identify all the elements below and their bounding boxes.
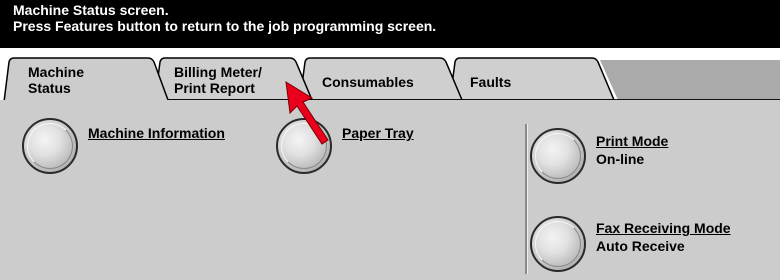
print-mode-label[interactable]: Print Mode On-line [596, 132, 668, 168]
print-mode-title: Print Mode [596, 133, 669, 149]
header-line-1: Machine Status screen. [13, 2, 169, 18]
fax-receiving-mode-title: Fax Receiving Mode [596, 220, 731, 236]
fax-receiving-mode-label[interactable]: Fax Receiving Mode Auto Receive [596, 219, 731, 255]
tab-bar: Machine Status Billing Meter/ Print Repo… [0, 48, 780, 102]
tab-faults[interactable]: Faults [470, 74, 511, 90]
fax-receiving-mode-value: Auto Receive [596, 238, 685, 254]
machine-information-label[interactable]: Machine Information [88, 124, 225, 142]
print-mode-value: On-line [596, 151, 645, 167]
instruction-header: Machine Status screen. Press Features bu… [0, 0, 780, 48]
red-arrow-icon [285, 81, 329, 145]
machine-information-button[interactable] [22, 118, 78, 174]
print-mode-button[interactable] [530, 128, 586, 184]
machine-information-text: Machine Information [88, 125, 225, 141]
tab-machine-status[interactable]: Machine Status [28, 64, 84, 96]
fax-receiving-mode-button[interactable] [530, 216, 586, 272]
paper-tray-label[interactable]: Paper Tray [342, 124, 414, 142]
panel-divider [525, 124, 528, 274]
header-line-2: Press Features button to return to the j… [13, 18, 437, 34]
paper-tray-text: Paper Tray [342, 125, 414, 141]
tab-billing-meter[interactable]: Billing Meter/ Print Report [174, 64, 262, 96]
tab-consumables[interactable]: Consumables [322, 74, 414, 90]
